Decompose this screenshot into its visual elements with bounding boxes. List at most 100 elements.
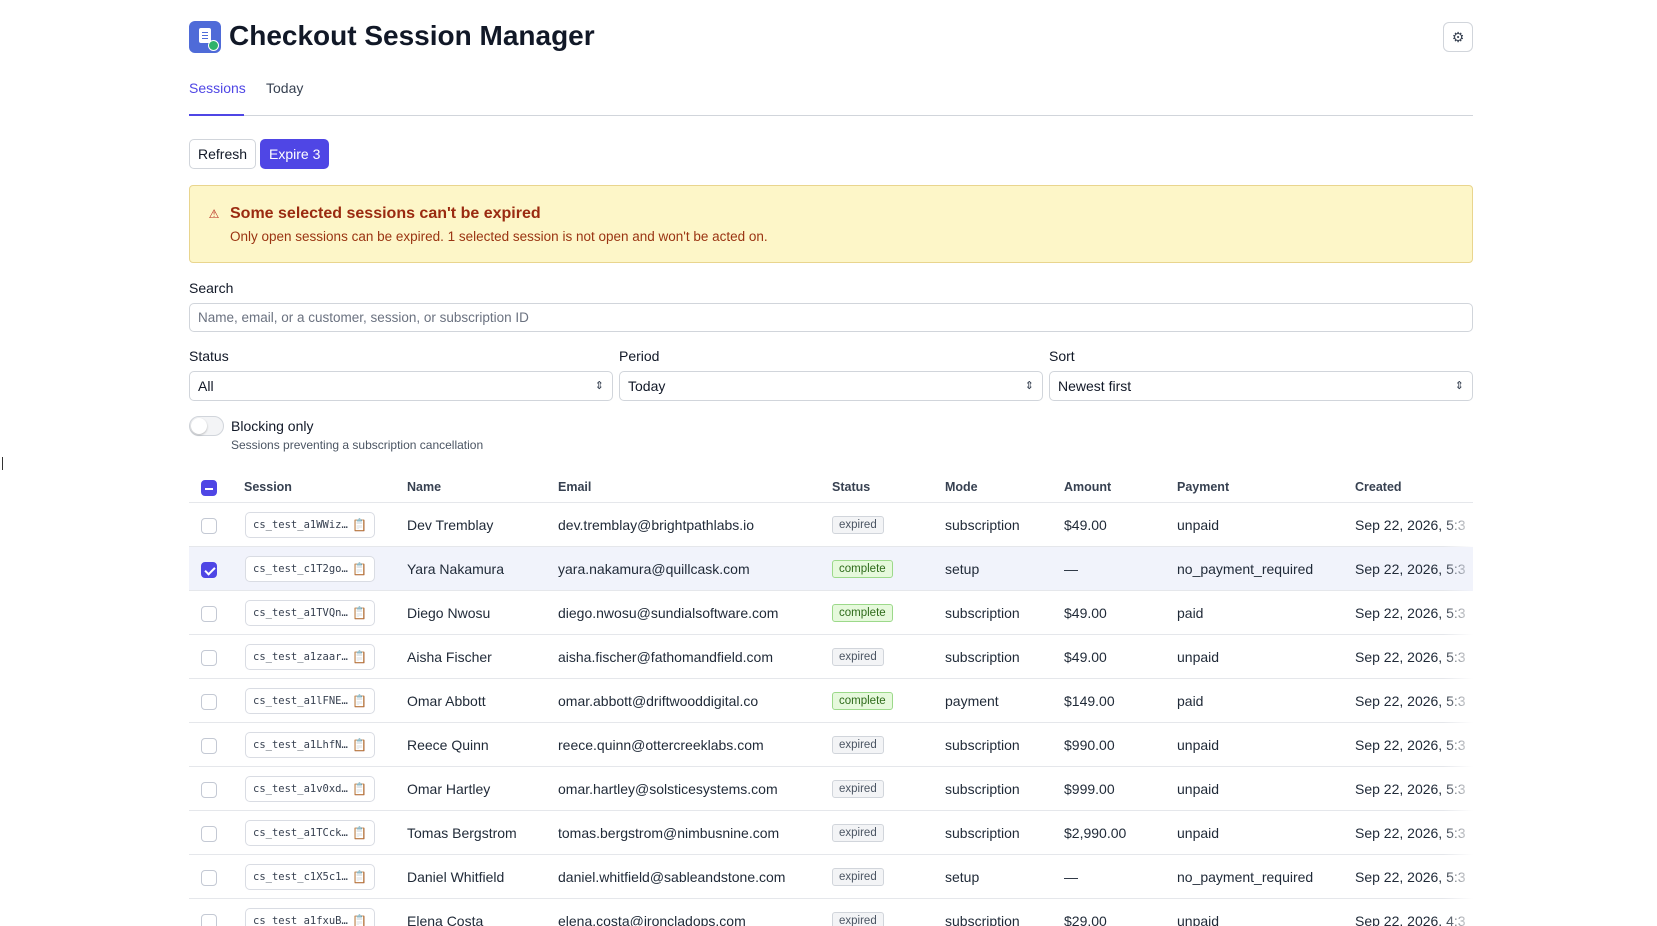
receipt-check-icon — [189, 21, 221, 53]
clipboard-icon[interactable]: 📋 — [352, 689, 367, 713]
overflow-fade — [1443, 547, 1473, 591]
column-header-email[interactable]: Email — [558, 480, 591, 494]
expire-button[interactable]: Expire 3 — [260, 139, 330, 169]
table-row[interactable]: cs_test_c1T2go… 📋 Yara Nakamura yara.nak… — [189, 547, 1473, 591]
row-checkbox[interactable] — [201, 606, 217, 622]
warning-alert: ⚠ Some selected sessions can't be expire… — [189, 185, 1473, 263]
table-row[interactable]: cs_test_a1TVQn… 📋 Diego Nwosu diego.nwos… — [189, 591, 1473, 635]
session-id-chip[interactable]: cs_test_a1v0xd… 📋 — [245, 776, 375, 802]
select-all-checkbox[interactable] — [201, 480, 217, 496]
amount-value: $49.00 — [1064, 605, 1107, 621]
status-filter-label: Status — [189, 348, 229, 364]
tab-today[interactable]: Today — [266, 80, 303, 116]
column-header-mode[interactable]: Mode — [945, 480, 978, 494]
mode-value: subscription — [945, 781, 1020, 797]
session-id: cs_test_a1fxuB… — [253, 915, 348, 926]
refresh-button[interactable]: Refresh — [189, 139, 257, 169]
clipboard-icon[interactable]: 📋 — [352, 513, 367, 537]
clipboard-icon[interactable]: 📋 — [352, 865, 367, 889]
status-badge: expired — [832, 648, 884, 666]
row-checkbox[interactable] — [201, 562, 217, 578]
table-row[interactable]: cs_test_a1fxuB… 📋 Elena Costa elena.cost… — [189, 899, 1473, 926]
table-row[interactable]: cs_test_a1zaar… 📋 Aisha Fischer aisha.fi… — [189, 635, 1473, 679]
customer-name: Yara Nakamura — [407, 561, 505, 577]
row-checkbox[interactable] — [201, 518, 217, 534]
amount-value: $49.00 — [1064, 649, 1107, 665]
session-id-chip[interactable]: cs_test_a1lFNE… 📋 — [245, 688, 375, 714]
row-checkbox[interactable] — [201, 914, 217, 926]
tab-sessions[interactable]: Sessions — [189, 80, 246, 116]
period-select[interactable]: Today ⇕ — [619, 371, 1043, 401]
column-header-created[interactable]: Created — [1355, 480, 1402, 494]
row-checkbox[interactable] — [201, 738, 217, 754]
status-badge: expired — [832, 868, 884, 886]
settings-button[interactable]: ⚙ — [1443, 22, 1473, 52]
customer-email: yara.nakamura@quillcask.com — [558, 561, 750, 577]
table-row[interactable]: cs_test_a1lFNE… 📋 Omar Abbott omar.abbot… — [189, 679, 1473, 723]
clipboard-icon[interactable]: 📋 — [352, 645, 367, 669]
customer-email: diego.nwosu@sundialsoftware.com — [558, 605, 779, 621]
session-id-chip[interactable]: cs_test_a1TVQn… 📋 — [245, 600, 375, 626]
customer-email: elena.costa@ironcladops.com — [558, 913, 746, 926]
table-row[interactable]: cs_test_a1LhfN… 📋 Reece Quinn reece.quin… — [189, 723, 1473, 767]
row-checkbox[interactable] — [201, 870, 217, 886]
mode-value: subscription — [945, 605, 1020, 621]
column-header-status[interactable]: Status — [832, 480, 870, 494]
payment-status: unpaid — [1177, 781, 1220, 797]
mode-value: subscription — [945, 825, 1020, 841]
status-badge: expired — [832, 780, 884, 798]
session-id: cs_test_c1T2go… — [253, 563, 348, 575]
row-checkbox[interactable] — [201, 650, 217, 666]
session-id-chip[interactable]: cs_test_c1X5c1… 📋 — [245, 864, 375, 890]
table-row[interactable]: cs_test_a1TCck… 📋 Tomas Bergstrom tomas.… — [189, 811, 1473, 855]
table-row[interactable]: cs_test_c1X5c1… 📋 Daniel Whitfield danie… — [189, 855, 1473, 899]
mode-value: subscription — [945, 649, 1020, 665]
row-checkbox[interactable] — [201, 782, 217, 798]
clipboard-icon[interactable]: 📋 — [352, 909, 367, 926]
column-header-payment[interactable]: Payment — [1177, 480, 1229, 494]
clipboard-icon[interactable]: 📋 — [352, 733, 367, 757]
search-input[interactable]: Name, email, or a customer, session, or … — [189, 303, 1473, 332]
table-row[interactable]: cs_test_a1WWiz… 📋 Dev Tremblay dev.tremb… — [189, 503, 1473, 547]
overflow-fade — [1443, 635, 1473, 679]
customer-name: Aisha Fischer — [407, 649, 492, 665]
customer-name: Daniel Whitfield — [407, 869, 505, 885]
clipboard-icon[interactable]: 📋 — [352, 557, 367, 581]
blocking-only-toggle[interactable] — [189, 416, 224, 436]
status-badge: expired — [832, 736, 884, 754]
column-header-name[interactable]: Name — [407, 480, 441, 494]
session-id-chip[interactable]: cs_test_a1fxuB… 📋 — [245, 908, 375, 926]
session-id-chip[interactable]: cs_test_a1zaar… 📋 — [245, 644, 375, 670]
amount-value: $999.00 — [1064, 781, 1115, 797]
session-id: cs_test_a1zaar… — [253, 651, 348, 663]
sort-select[interactable]: Newest first ⇕ — [1049, 371, 1473, 401]
table-body: cs_test_a1WWiz… 📋 Dev Tremblay dev.tremb… — [189, 503, 1473, 926]
status-select-value: All — [198, 378, 214, 394]
header: Checkout Session Manager ⚙ — [189, 0, 1473, 78]
session-id-chip[interactable]: cs_test_a1TCck… 📋 — [245, 820, 375, 846]
column-header-amount[interactable]: Amount — [1064, 480, 1111, 494]
payment-status: unpaid — [1177, 649, 1220, 665]
customer-email: dev.tremblay@brightpathlabs.io — [558, 517, 755, 533]
column-header-session[interactable]: Session — [244, 480, 292, 494]
overflow-fade — [1443, 767, 1473, 811]
customer-name: Diego Nwosu — [407, 605, 491, 621]
session-id-chip[interactable]: cs_test_c1T2go… 📋 — [245, 556, 375, 582]
session-id-chip[interactable]: cs_test_a1WWiz… 📋 — [245, 512, 375, 538]
status-select[interactable]: All ⇕ — [189, 371, 613, 401]
table-header: Session Name Email Status Mode Amount Pa… — [189, 473, 1473, 503]
table-row[interactable]: cs_test_a1v0xd… 📋 Omar Hartley omar.hart… — [189, 767, 1473, 811]
overflow-fade — [1443, 855, 1473, 899]
blocking-only-help: Sessions preventing a subscription cance… — [231, 438, 484, 452]
row-checkbox[interactable] — [201, 694, 217, 710]
session-id: cs_test_c1X5c1… — [253, 871, 348, 883]
clipboard-icon[interactable]: 📋 — [352, 777, 367, 801]
clipboard-icon[interactable]: 📋 — [352, 601, 367, 625]
payment-status: no_payment_required — [1177, 869, 1314, 885]
clipboard-icon[interactable]: 📋 — [352, 821, 367, 845]
status-badge: complete — [832, 560, 893, 578]
customer-name: Elena Costa — [407, 913, 484, 926]
row-checkbox[interactable] — [201, 826, 217, 842]
overflow-fade — [1443, 503, 1473, 547]
session-id-chip[interactable]: cs_test_a1LhfN… 📋 — [245, 732, 375, 758]
